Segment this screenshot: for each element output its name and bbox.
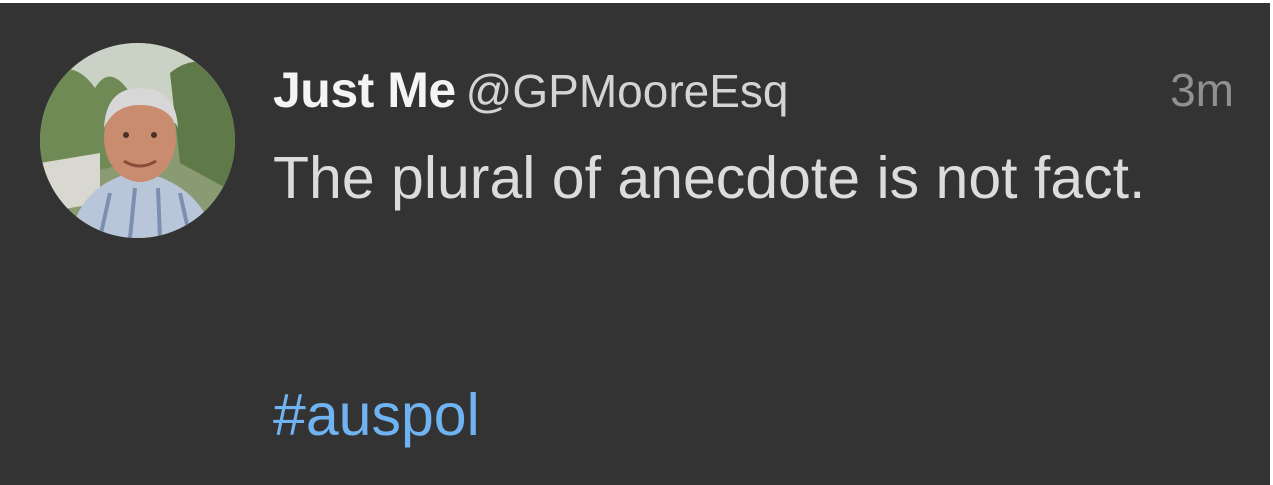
tweet-header: Just Me @GPMooreEsq 3m [273, 61, 1240, 125]
tweet-card[interactable]: Just Me @GPMooreEsq 3m The plural of anec… [0, 3, 1270, 485]
hashtag-link[interactable]: #auspol [273, 373, 480, 457]
avatar[interactable] [40, 43, 235, 238]
tweet-text: The plural of anecdote is not fact. [273, 145, 1146, 211]
timestamp: 3m [1170, 64, 1234, 116]
avatar-photo-icon [40, 43, 235, 238]
display-name[interactable]: Just Me [273, 62, 456, 118]
user-handle[interactable]: @GPMooreEsq [466, 65, 789, 117]
